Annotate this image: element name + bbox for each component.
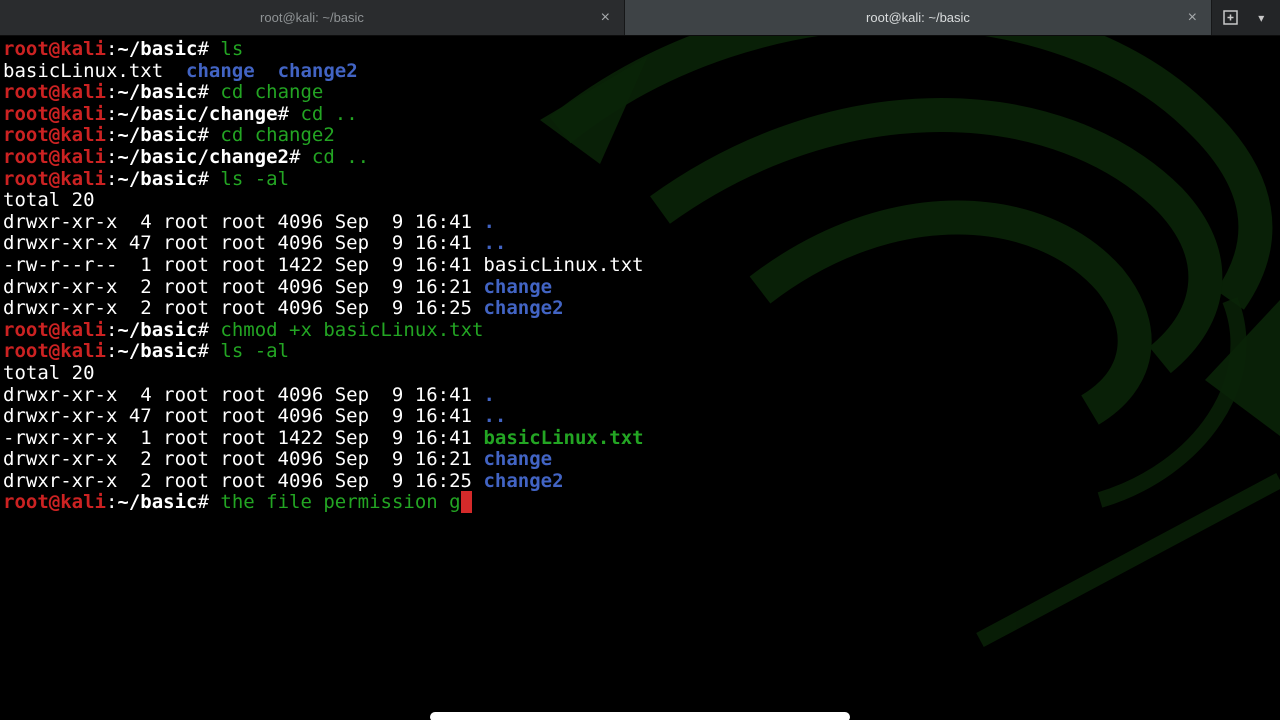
terminal-line: root@kali:~/basic# the file permission g (3, 491, 1280, 514)
close-icon[interactable]: × (601, 9, 610, 26)
bottom-indicator (430, 712, 850, 720)
terminal-line: root@kali:~/basic# cd change (3, 81, 324, 104)
terminal-line: total 20 (3, 361, 95, 384)
terminal-line: drwxr-xr-x 2 root root 4096 Sep 9 16:25 … (3, 297, 564, 320)
tab-title: root@kali: ~/basic (866, 10, 970, 25)
terminal-line: root@kali:~/basic/change2# cd .. (3, 145, 370, 168)
tab-root-kali-basic-2[interactable]: root@kali: ~/basic × (625, 0, 1212, 35)
terminal-line: drwxr-xr-x 47 root root 4096 Sep 9 16:41… (3, 405, 507, 428)
terminal-line: root@kali:~/basic# cd change2 (3, 124, 335, 147)
terminal-line: -rwxr-xr-x 1 root root 1422 Sep 9 16:41 … (3, 426, 644, 449)
tab-title: root@kali: ~/basic (260, 10, 364, 25)
terminal-line: root@kali:~/basic# ls (3, 38, 244, 60)
terminal-line: drwxr-xr-x 47 root root 4096 Sep 9 16:41… (3, 232, 507, 255)
terminal-line: root@kali:~/basic/change# cd .. (3, 102, 358, 125)
new-tab-icon[interactable] (1219, 6, 1243, 30)
tab-actions: ▾ (1212, 0, 1280, 35)
terminal-line: drwxr-xr-x 2 root root 4096 Sep 9 16:21 … (3, 448, 553, 471)
tab-root-kali-basic-1[interactable]: root@kali: ~/basic × (0, 0, 625, 35)
terminal-line: drwxr-xr-x 4 root root 4096 Sep 9 16:41 … (3, 210, 495, 233)
terminal-window: root@kali: ~/basic × root@kali: ~/basic … (0, 0, 1280, 720)
chevron-down-icon[interactable]: ▾ (1249, 6, 1273, 30)
terminal-line: -rw-r--r-- 1 root root 1422 Sep 9 16:41 … (3, 253, 644, 276)
terminal-output[interactable]: root@kali:~/basic# ls basicLinux.txt chan… (0, 37, 1280, 720)
terminal-line: root@kali:~/basic# ls -al (3, 167, 290, 190)
terminal-line: total 20 (3, 189, 95, 212)
close-icon[interactable]: × (1188, 9, 1197, 26)
terminal-line: root@kali:~/basic# ls -al (3, 340, 290, 363)
terminal-line: basicLinux.txt change change2 (3, 59, 358, 82)
tab-bar: root@kali: ~/basic × root@kali: ~/basic … (0, 0, 1280, 36)
terminal-line: drwxr-xr-x 2 root root 4096 Sep 9 16:21 … (3, 275, 553, 298)
terminal-line: drwxr-xr-x 2 root root 4096 Sep 9 16:25 … (3, 469, 564, 492)
terminal-line: root@kali:~/basic# chmod +x basicLinux.t… (3, 318, 484, 341)
terminal-line: drwxr-xr-x 4 root root 4096 Sep 9 16:41 … (3, 383, 495, 406)
